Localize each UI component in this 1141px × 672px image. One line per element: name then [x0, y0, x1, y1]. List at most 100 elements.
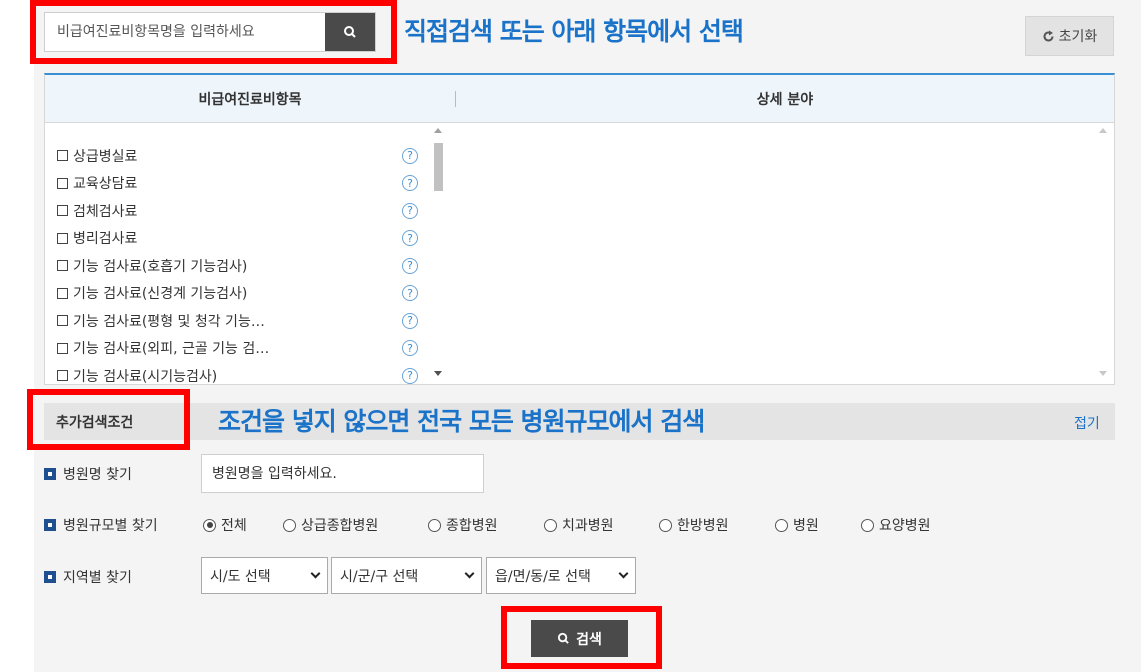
search-icon: [344, 26, 356, 38]
scroll-up-arrow-icon[interactable]: [1099, 128, 1107, 133]
search-button-label: 검색: [576, 631, 602, 648]
radio-dot[interactable]: [861, 518, 874, 532]
radio-option-hospital[interactable]: 병원: [775, 515, 819, 535]
hospital-size-label: 병원규모별 찾기: [44, 515, 158, 535]
list-item[interactable]: 교육상담료?: [45, 170, 453, 198]
radio-option-all[interactable]: 전체: [203, 515, 247, 535]
hospital-name-label-text: 병원명 찾기: [63, 467, 132, 483]
help-icon[interactable]: ?: [402, 202, 418, 219]
scroll-down-arrow-icon[interactable]: [434, 371, 442, 376]
checkbox[interactable]: [57, 205, 68, 217]
checkbox[interactable]: [57, 232, 68, 244]
bullet-icon: [44, 571, 56, 583]
list-item-label: 기능 검사료(호흡기 기능검사): [73, 258, 248, 275]
search-icon: [558, 632, 569, 644]
radio-option-oriental[interactable]: 한방병원: [659, 515, 729, 535]
region-label: 지역별 찾기: [44, 567, 132, 587]
help-icon[interactable]: ?: [402, 340, 418, 357]
item-search-box: [44, 12, 376, 52]
bullet-icon: [44, 519, 56, 531]
eupmyeon-select[interactable]: 읍/면/동/로 선택: [486, 557, 636, 594]
item-search-input[interactable]: [45, 13, 325, 51]
radio-label: 한방병원: [677, 518, 729, 534]
checkbox[interactable]: [57, 177, 68, 189]
bullet-icon: [44, 468, 56, 480]
item-list-scrollbar[interactable]: [431, 125, 446, 382]
eupmyeon-select-value: 읍/면/동/로 선택: [495, 568, 591, 585]
reset-label: 초기화: [1058, 29, 1098, 45]
additional-conditions-label: 추가검색조건: [56, 415, 134, 431]
search-button[interactable]: 검색: [531, 620, 628, 657]
radio-dot[interactable]: [659, 518, 672, 532]
list-item-label: 교육상담료: [73, 176, 138, 193]
help-icon[interactable]: ?: [402, 312, 418, 329]
list-item[interactable]: 기능 검사료(평형 및 청각 기능…?: [45, 307, 453, 335]
checkbox[interactable]: [57, 315, 68, 327]
scroll-down-arrow-icon[interactable]: [1099, 371, 1107, 376]
checkbox[interactable]: [57, 150, 68, 162]
radio-dot[interactable]: [428, 518, 441, 532]
list-item[interactable]: 기능 검사료(시기능검사)?: [45, 362, 453, 384]
radio-option-dental[interactable]: 치과병원: [544, 515, 614, 535]
list-item-label: 검체검사료: [73, 203, 138, 220]
hospital-name-label: 병원명 찾기: [44, 464, 132, 484]
list-item-label: 병리검사료: [73, 231, 138, 248]
annotation-direct-search: 직접검색 또는 아래 항목에서 선택: [404, 17, 744, 46]
list-item[interactable]: 상급병실료?: [45, 142, 453, 170]
item-search-button[interactable]: [325, 13, 375, 51]
table-header: 비급여진료비항목 상세 분야: [45, 75, 1114, 123]
column-header-detail: 상세 분야: [756, 91, 814, 108]
list-item[interactable]: 병리검사료?: [45, 225, 453, 253]
list-item-label: 기능 검사료(시기능검사): [73, 368, 218, 384]
help-icon[interactable]: ?: [402, 285, 418, 302]
detail-scrollbar[interactable]: [1096, 125, 1111, 382]
radio-dot[interactable]: [203, 518, 216, 532]
radio-option-general[interactable]: 종합병원: [428, 515, 498, 535]
radio-label: 상급종합병원: [301, 518, 379, 534]
list-item-label: 상급병실료: [73, 148, 138, 165]
checkbox[interactable]: [57, 370, 68, 382]
list-item-label: 기능 검사료(외피, 근골 기능 검…: [73, 341, 270, 358]
help-icon[interactable]: ?: [402, 230, 418, 247]
sido-select[interactable]: 시/도 선택: [201, 557, 328, 594]
item-selection-table: 비급여진료비항목 상세 분야 상급병실료? 교육상담료? 검체검사료? 병리검사…: [44, 73, 1115, 385]
radio-option-nursing[interactable]: 요양병원: [861, 515, 931, 535]
radio-option-tertiary[interactable]: 상급종합병원: [283, 515, 378, 535]
help-icon[interactable]: ?: [402, 367, 418, 384]
scroll-thumb[interactable]: [434, 143, 443, 191]
list-item[interactable]: 기능 검사료(호흡기 기능검사)?: [45, 252, 453, 280]
hospital-name-input[interactable]: [201, 454, 484, 493]
radio-label: 종합병원: [446, 518, 498, 534]
annotation-conditions: 조건을 넣지 않으면 전국 모든 병원규모에서 검색: [218, 407, 705, 436]
list-item[interactable]: 기능 검사료(신경계 기능검사)?: [45, 280, 453, 308]
reset-button[interactable]: 초기화: [1025, 16, 1114, 56]
scroll-up-arrow-icon[interactable]: [434, 128, 442, 133]
list-item-label: 기능 검사료(평형 및 청각 기능…: [73, 313, 265, 330]
radio-label: 병원: [793, 518, 819, 534]
radio-label: 요양병원: [879, 518, 931, 534]
list-item-label: 기능 검사료(신경계 기능검사): [73, 286, 248, 303]
radio-dot[interactable]: [544, 518, 557, 532]
region-label-text: 지역별 찾기: [63, 570, 132, 586]
item-list: 상급병실료? 교육상담료? 검체검사료? 병리검사료? 기능 검사료(호흡기 기…: [45, 123, 453, 384]
checkbox[interactable]: [57, 260, 68, 272]
list-item[interactable]: 기능 검사료(외피, 근골 기능 검…?: [45, 335, 453, 363]
sido-select-value: 시/도 선택: [210, 568, 271, 585]
help-icon[interactable]: ?: [402, 147, 418, 164]
chevron-down-icon: [618, 568, 629, 579]
radio-label: 치과병원: [562, 518, 614, 534]
radio-dot[interactable]: [283, 518, 296, 532]
checkbox[interactable]: [57, 287, 68, 299]
radio-dot[interactable]: [775, 518, 788, 532]
hospital-size-label-text: 병원규모별 찾기: [63, 518, 158, 534]
radio-label: 전체: [221, 518, 247, 534]
column-header-items: 비급여진료비항목: [198, 91, 302, 108]
sigungu-select[interactable]: 시/군/구 선택: [331, 557, 482, 594]
sigungu-select-value: 시/군/구 선택: [340, 568, 419, 585]
help-icon[interactable]: ?: [402, 257, 418, 274]
checkbox[interactable]: [57, 342, 68, 354]
help-icon[interactable]: ?: [402, 175, 418, 192]
fold-link[interactable]: 접기: [1074, 413, 1100, 433]
list-item[interactable]: 검체검사료?: [45, 197, 453, 225]
chevron-down-icon: [310, 568, 321, 579]
